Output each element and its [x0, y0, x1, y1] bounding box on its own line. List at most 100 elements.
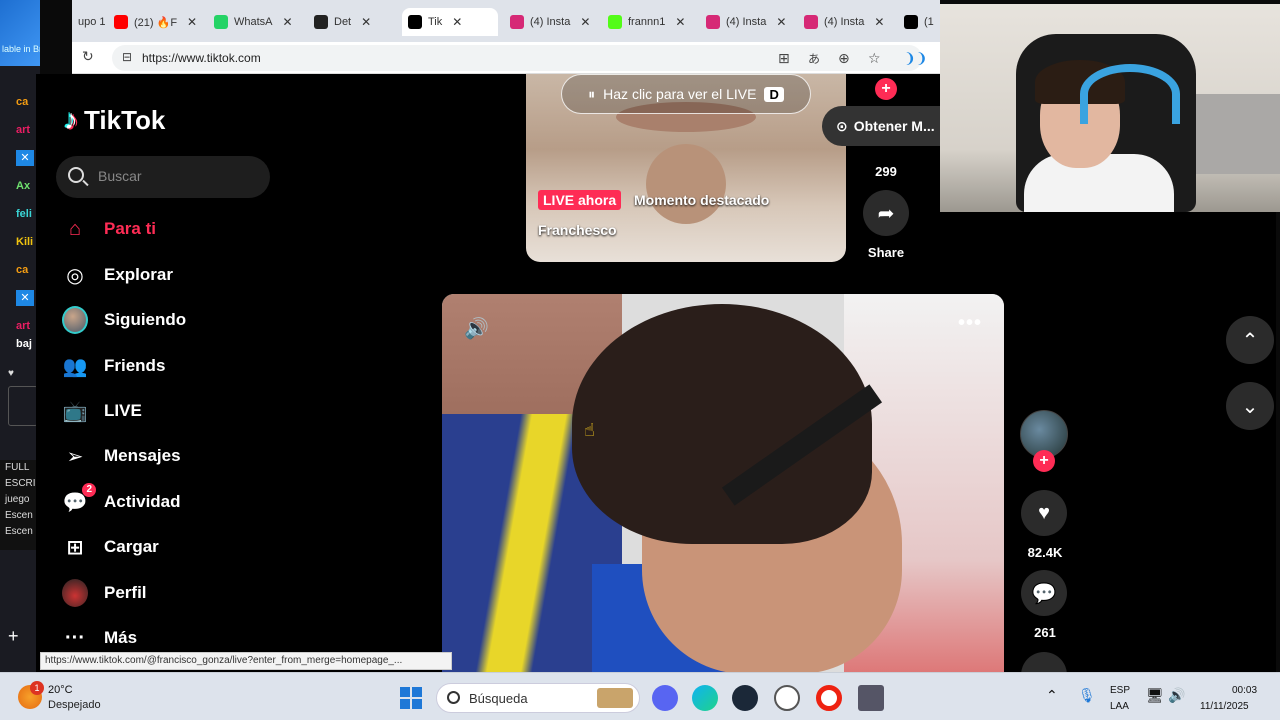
tab-close-icon[interactable]: ✕: [675, 15, 685, 29]
previous-video-button[interactable]: ⌃: [1226, 316, 1274, 364]
tab-label: WhatsA: [234, 16, 273, 28]
tab-close-icon[interactable]: ✕: [580, 15, 590, 29]
overlay-chat-line: ca: [16, 264, 29, 276]
get-app-button[interactable]: ⊙ Obtener M...: [822, 106, 952, 146]
tiktok-logo[interactable]: ♪ TikTok: [64, 104, 165, 136]
stream-overlay-strip: lable in Brazil ✕ ✕ ♥ FULL ESCRI juego Esce…: [0, 0, 40, 680]
follow-plus-button[interactable]: +: [875, 78, 897, 100]
notification-badge: 2: [82, 483, 96, 497]
live-preview-card[interactable]: ⏸ Haz clic para ver el LIVE D LIVE ahora…: [526, 74, 846, 262]
compass-icon: ◎: [66, 264, 84, 287]
tray-chevron-up-icon[interactable]: ⌃: [1046, 687, 1058, 704]
browser-tab[interactable]: (4) Insta ✕: [504, 8, 598, 36]
sidebar-item-cargar[interactable]: ⊞ Cargar: [62, 530, 159, 564]
clock-time[interactable]: 00:03: [1232, 685, 1257, 696]
obs-app-icon[interactable]: [774, 685, 800, 711]
next-video-button[interactable]: ⌄: [1226, 382, 1274, 430]
tab-favicon-icon: [314, 15, 328, 29]
clock-date[interactable]: 11/11/2025: [1200, 701, 1249, 712]
tab-label: frannn1: [628, 16, 666, 28]
tiktok-note-icon: ♪: [64, 104, 78, 135]
comment-icon: 💬: [1031, 582, 1057, 605]
browser-tab[interactable]: frannn1 ✕: [602, 8, 696, 36]
weather-temperature[interactable]: 20°C: [48, 684, 73, 696]
tab-close-icon[interactable]: ✕: [283, 15, 293, 29]
avatar: [62, 306, 88, 334]
like-button[interactable]: ♥: [1021, 490, 1067, 536]
browser-tab[interactable]: (4) Insta ✕: [700, 8, 794, 36]
microphone-icon[interactable]: 🎙: [1078, 687, 1096, 704]
zoom-icon[interactable]: ⊕: [838, 50, 850, 67]
follow-plus-button[interactable]: +: [1033, 450, 1055, 472]
like-count: 82.4K: [1027, 545, 1063, 560]
taskbar-search-label: Búsqueda: [469, 691, 528, 706]
reload-icon[interactable]: ↻: [82, 48, 94, 65]
sidebar-item-mensajes[interactable]: ➢ Mensajes: [62, 439, 181, 473]
language-indicator[interactable]: ESP: [1110, 685, 1130, 696]
tab-favicon-icon: [510, 15, 524, 29]
url-text[interactable]: https://www.tiktok.com: [142, 51, 261, 65]
url-field[interactable]: ⊟ https://www.tiktok.com ⊞ あ ⊕ ☆ ❩❩: [112, 45, 927, 71]
translate-icon[interactable]: あ: [808, 50, 820, 67]
volume-icon[interactable]: 🔊: [1168, 687, 1185, 704]
steam-app-icon[interactable]: [732, 685, 758, 711]
bookmark-button[interactable]: [1021, 652, 1067, 674]
browser-tab[interactable]: Det ✕: [308, 8, 398, 36]
live-tv-icon: 📺: [62, 400, 88, 423]
sidebar-item-perfil[interactable]: Perfil: [62, 576, 147, 610]
sidebar-item-siguiendo[interactable]: Siguiendo: [62, 303, 186, 337]
share-label: Share: [867, 245, 905, 260]
highlight-label: Momento destacado: [634, 192, 770, 208]
bookmark-star-icon[interactable]: ☆: [868, 50, 881, 67]
search-input[interactable]: Buscar: [56, 156, 270, 198]
heart-icon: ♥: [8, 368, 14, 379]
browser-tab[interactable]: (21) 🔥F ✕: [108, 8, 203, 36]
network-icon[interactable]: 🖥: [1146, 687, 1164, 704]
volume-icon[interactable]: 🔊: [464, 316, 489, 341]
tab-close-icon[interactable]: ✕: [452, 15, 462, 29]
watch-live-button[interactable]: ⏸ Haz clic para ver el LIVE D: [561, 74, 811, 114]
windows-taskbar: 1 20°C Despejado Búsqueda ⌃ 🎙 ESP LAA 🖥 …: [0, 672, 1280, 720]
calculator-app-icon[interactable]: [858, 685, 884, 711]
opera-app-icon[interactable]: [816, 685, 842, 711]
overlay-chat-line: juego: [5, 494, 30, 505]
live-creator-name[interactable]: Franchesco: [538, 222, 617, 238]
tab-favicon-icon: [114, 15, 128, 29]
apps-icon[interactable]: ⊞: [778, 50, 790, 67]
more-options-icon[interactable]: •••: [958, 312, 982, 335]
tab-favicon-icon: [408, 15, 422, 29]
sidebar-item-live[interactable]: 📺 LIVE: [62, 394, 142, 428]
video-player[interactable]: 🔊 •••: [442, 294, 1004, 674]
sidebar-item-explorar[interactable]: ◎ Explorar: [62, 258, 173, 292]
sidebar-item-friends[interactable]: 👥 Friends: [62, 349, 166, 383]
comment-count: 261: [1034, 625, 1056, 640]
shortcut-key: D: [764, 86, 784, 102]
browser-tab[interactable]: WhatsA ✕: [208, 8, 303, 36]
sidebar-item-para-ti[interactable]: ⌂ Para ti: [62, 212, 156, 246]
live-preview-image: [646, 144, 726, 224]
site-info-icon[interactable]: ⊟: [122, 50, 132, 64]
edge-app-icon[interactable]: [692, 685, 718, 711]
discord-app-icon[interactable]: [652, 685, 678, 711]
keyboard-layout[interactable]: LAA: [1110, 701, 1129, 712]
search-placeholder: Buscar: [98, 168, 142, 184]
tab-close-icon[interactable]: ✕: [187, 15, 197, 29]
comment-button[interactable]: 💬: [1021, 570, 1067, 616]
sidebar-item-actividad[interactable]: 💬 2 Actividad: [62, 483, 181, 519]
weather-description[interactable]: Despejado: [48, 699, 101, 711]
taskbar-search[interactable]: Búsqueda: [436, 683, 640, 713]
tab-label: upo 1: [78, 16, 106, 28]
overlay-chat-line: Kili: [16, 236, 34, 248]
tab-close-icon[interactable]: ✕: [776, 15, 786, 29]
browser-tab[interactable]: (1: [898, 8, 938, 36]
tab-close-icon[interactable]: ✕: [874, 15, 884, 29]
heart-icon: ♥: [1038, 501, 1050, 524]
browser-tab[interactable]: Tik ✕: [402, 8, 498, 36]
browser-tab[interactable]: (4) Insta ✕: [798, 8, 892, 36]
browser-tab[interactable]: upo 1: [72, 8, 112, 36]
share-button[interactable]: ➦: [863, 190, 909, 236]
windows-start-icon[interactable]: [400, 687, 422, 709]
tab-close-icon[interactable]: ✕: [361, 15, 371, 29]
sidebar-item-más[interactable]: ··· Más: [62, 621, 137, 655]
extension-icon[interactable]: ❩❩: [904, 50, 927, 67]
